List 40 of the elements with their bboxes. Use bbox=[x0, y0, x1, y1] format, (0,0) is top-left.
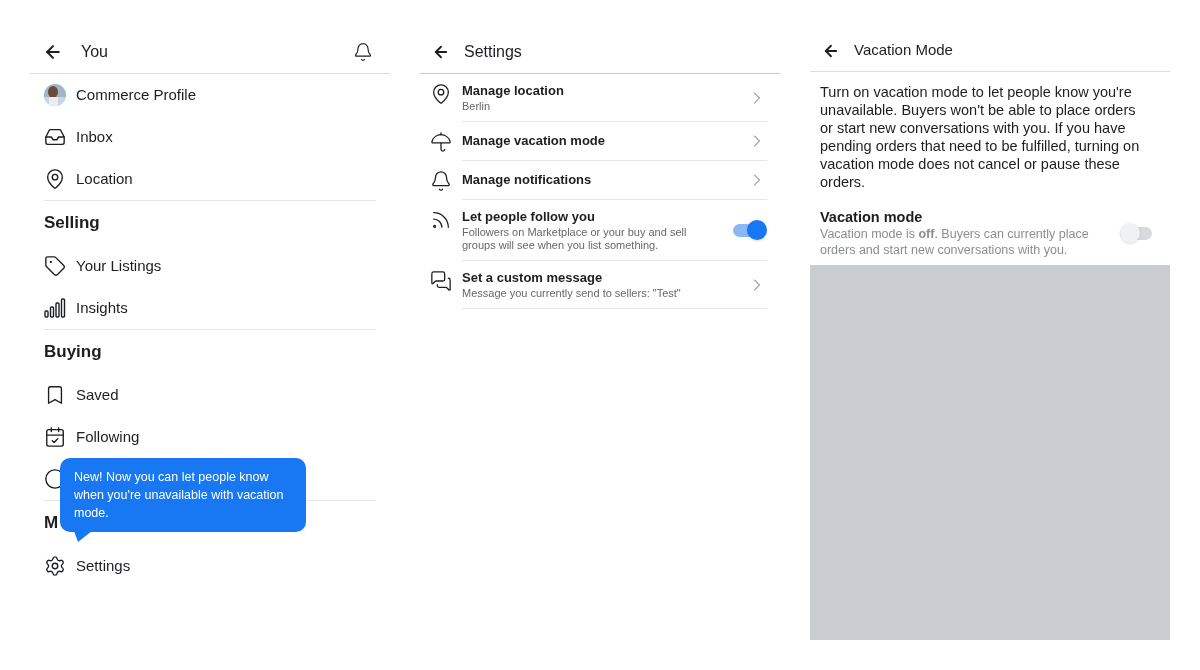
setting-description: Followers on Marketplace or your buy and sell groups will see when you list something. bbox=[462, 226, 688, 252]
menu-item[interactable]: Commerce Profile bbox=[76, 83, 197, 107]
toggle-switch[interactable] bbox=[733, 220, 767, 240]
tooltip-tail bbox=[74, 531, 92, 542]
section-heading: Buying bbox=[44, 341, 102, 364]
bar-chart-icon bbox=[44, 298, 66, 318]
setting-title[interactable]: Manage location bbox=[462, 82, 747, 100]
page-title: Vacation Mode bbox=[854, 40, 953, 61]
location-pin-icon bbox=[430, 83, 452, 105]
section-heading: M bbox=[44, 512, 59, 535]
page-title: You bbox=[81, 41, 108, 62]
bell-icon bbox=[430, 170, 452, 192]
setting-description: Berlin bbox=[462, 100, 492, 113]
setting-title: Vacation mode bbox=[820, 208, 924, 226]
umbrella-icon bbox=[430, 131, 452, 153]
setting-description: Message you currently send to sellers: "Test" bbox=[462, 287, 682, 300]
menu-item[interactable]: Saved bbox=[76, 383, 119, 407]
page-title: Settings bbox=[464, 41, 522, 62]
notifications-icon[interactable] bbox=[353, 41, 373, 62]
tag-icon bbox=[44, 255, 66, 277]
setting-description: Vacation mode is off. Buyers can currently place orders and start new conversations with you. bbox=[820, 226, 1090, 258]
toggle-switch[interactable] bbox=[1120, 223, 1154, 243]
chat-bubbles-icon bbox=[430, 270, 452, 292]
menu-item[interactable]: Your Listings bbox=[76, 254, 162, 278]
menu-item[interactable]: Inbox bbox=[76, 125, 113, 149]
menu-item[interactable]: Location bbox=[76, 167, 133, 191]
setting-title[interactable]: Set a custom message bbox=[462, 269, 747, 287]
section-heading: Selling bbox=[44, 212, 100, 235]
description-text: Turn on vacation mode to let people know you're unavailable. Buyers won't be able to place orders or start new conversations with you. If you have pending orders that need to be fulfilled, turning on vacation mode does not cancel or pause these orders. bbox=[819, 83, 1141, 191]
menu-item[interactable]: Following bbox=[76, 425, 140, 449]
setting-title[interactable]: Manage notifications bbox=[462, 171, 747, 189]
setting-title[interactable]: Let people follow you bbox=[462, 208, 733, 226]
menu-item[interactable]: Settings bbox=[76, 554, 131, 578]
menu-item[interactable]: Insights bbox=[76, 296, 128, 320]
rss-icon bbox=[430, 209, 452, 231]
settings-icon bbox=[44, 555, 66, 577]
location-pin-icon bbox=[44, 168, 66, 190]
tooltip: New! Now you can let people know when you're unavailable with vacation mode. bbox=[60, 458, 306, 542]
setting-title[interactable]: Manage vacation mode bbox=[462, 132, 747, 150]
inbox-icon bbox=[44, 126, 66, 148]
